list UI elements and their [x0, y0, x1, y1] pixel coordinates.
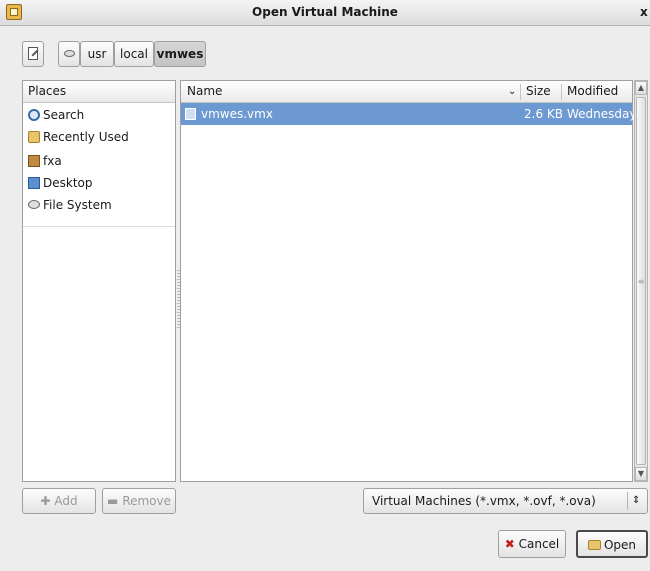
- place-label: Recently Used: [43, 130, 129, 144]
- add-bookmark-button[interactable]: ✚ Add: [22, 488, 96, 514]
- cancel-icon: ✖: [504, 537, 515, 551]
- open-button[interactable]: Open: [576, 530, 648, 558]
- drive-icon: [28, 200, 40, 209]
- scroll-thumb[interactable]: ≡: [636, 97, 646, 465]
- edit-icon: [28, 47, 38, 60]
- place-label: File System: [43, 198, 112, 212]
- plus-icon: ✚: [40, 494, 51, 508]
- places-header[interactable]: Places: [23, 81, 175, 103]
- remove-label: Remove: [122, 494, 172, 508]
- cancel-label: Cancel: [518, 537, 560, 551]
- file-list-scrollbar[interactable]: ▲ ≡ ▼: [634, 80, 648, 482]
- path-segment-vmwes[interactable]: vmwes: [154, 41, 206, 67]
- close-button[interactable]: x: [640, 5, 650, 19]
- file-list-header: Name ⌄ Size Modified: [181, 81, 632, 103]
- place-label: Search: [43, 108, 85, 122]
- column-name[interactable]: Name: [187, 81, 222, 102]
- filter-divider: [627, 492, 628, 510]
- filter-value: Virtual Machines (*.vmx, *.ovf, *.ova): [372, 494, 596, 508]
- folder-open-icon: [587, 540, 601, 550]
- drive-icon: [64, 50, 75, 57]
- file-name: vmwes.vmx: [201, 107, 273, 121]
- add-label: Add: [54, 494, 78, 508]
- file-row[interactable]: vmwes.vmx 2.6 KB Wednesday: [181, 103, 636, 125]
- file-list: Name ⌄ Size Modified vmwes.vmx 2.6 KB We…: [180, 80, 636, 482]
- desktop-icon: [28, 177, 40, 189]
- remove-bookmark-button[interactable]: ▬ Remove: [102, 488, 176, 514]
- place-desktop[interactable]: Desktop: [23, 172, 175, 194]
- place-recently-used[interactable]: Recently Used: [23, 126, 175, 148]
- place-fxa[interactable]: fxa: [23, 150, 175, 172]
- file-type-filter-select[interactable]: Virtual Machines (*.vmx, *.ovf, *.ova) ⇕: [363, 488, 648, 514]
- column-divider: [520, 84, 521, 100]
- path-segment-usr[interactable]: usr: [80, 41, 114, 67]
- folder-icon: [28, 131, 40, 143]
- minus-icon: ▬: [106, 494, 119, 508]
- sort-chevron-icon: ⌄: [508, 86, 517, 97]
- type-location-button[interactable]: [22, 41, 44, 67]
- window-title: Open Virtual Machine: [252, 5, 398, 19]
- place-search[interactable]: Search: [23, 104, 175, 126]
- open-label: Open: [603, 538, 637, 552]
- places-divider: [23, 226, 175, 227]
- place-file-system[interactable]: File System: [23, 194, 175, 216]
- updown-chevron-icon: ⇕: [632, 495, 641, 506]
- places-panel: Places Search Recently Used fxa Desktop …: [22, 80, 176, 482]
- place-label: Desktop: [43, 176, 93, 190]
- column-divider: [561, 84, 562, 100]
- search-icon: [28, 109, 40, 121]
- column-modified[interactable]: Modified: [567, 81, 618, 102]
- column-size[interactable]: Size: [526, 81, 551, 102]
- place-label: fxa: [43, 154, 62, 168]
- home-icon: [28, 155, 40, 167]
- file-modified: Wednesday: [567, 107, 637, 121]
- scroll-up-icon[interactable]: ▲: [635, 81, 647, 95]
- vm-file-icon: [185, 108, 196, 120]
- path-segment-local[interactable]: local: [114, 41, 154, 67]
- file-size: 2.6 KB: [524, 107, 563, 121]
- title-bar: Open Virtual Machine x: [0, 0, 650, 26]
- scroll-down-icon[interactable]: ▼: [635, 467, 647, 481]
- path-root-button[interactable]: [58, 41, 80, 67]
- cancel-button[interactable]: ✖ Cancel: [498, 530, 566, 558]
